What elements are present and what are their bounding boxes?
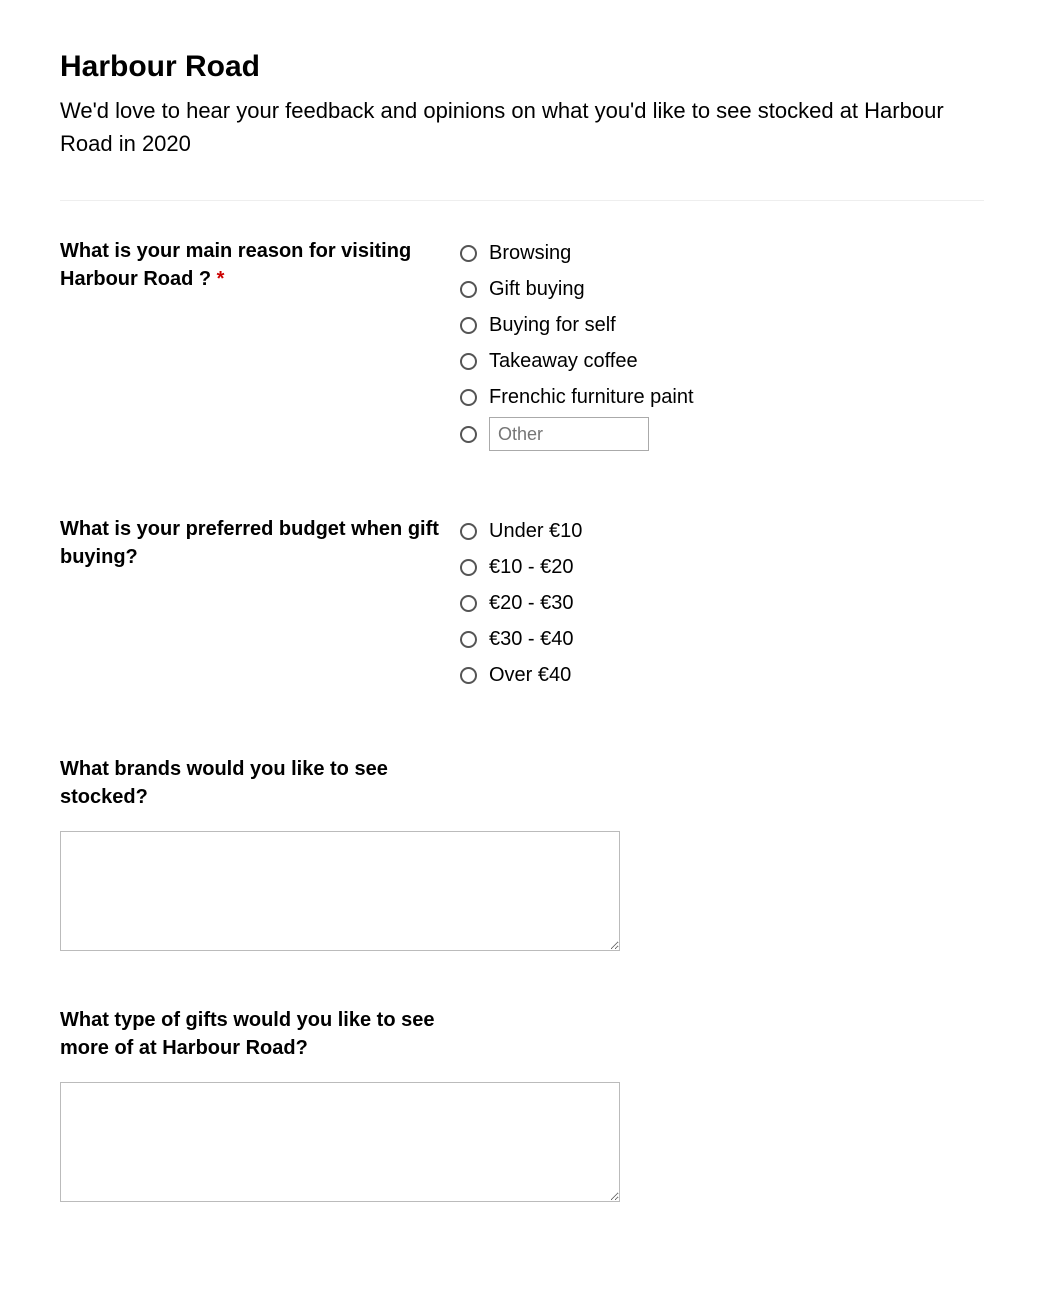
option-label: Over €40 [489,659,571,691]
question-label-text: What type of gifts would you like to see… [60,1009,434,1059]
option-row: €10 - €20 [460,551,582,583]
option-row: Frenchic furniture paint [460,381,694,413]
radio-icon[interactable] [460,389,477,406]
options-group: Under €10 €10 - €20 €20 - €30 €30 - €40 … [460,515,582,695]
option-row: Over €40 [460,659,582,691]
question-label: What type of gifts would you like to see… [60,1006,460,1062]
gift-types-textarea[interactable] [60,1082,620,1202]
option-label: €30 - €40 [489,623,574,655]
radio-icon[interactable] [460,426,477,443]
radio-icon[interactable] [460,595,477,612]
question-label: What brands would you like to see stocke… [60,755,460,811]
option-label: Under €10 [489,515,582,547]
radio-icon[interactable] [460,631,477,648]
option-row-other [460,417,694,451]
radio-icon[interactable] [460,353,477,370]
option-row: €30 - €40 [460,623,582,655]
question-label: What is your preferred budget when gift … [60,515,460,571]
radio-icon[interactable] [460,281,477,298]
option-label: Buying for self [489,309,616,341]
option-row: Buying for self [460,309,694,341]
option-label: Frenchic furniture paint [489,381,694,413]
options-group: Browsing Gift buying Buying for self Tak… [460,237,694,455]
brands-textarea[interactable] [60,831,620,951]
required-marker: * [217,268,225,290]
radio-icon[interactable] [460,245,477,262]
option-label: Browsing [489,237,571,269]
option-label: €20 - €30 [489,587,574,619]
section-divider [60,200,984,201]
question-brands: What brands would you like to see stocke… [60,755,984,956]
question-reason-visiting: What is your main reason for visiting Ha… [60,237,984,455]
option-row: Under €10 [460,515,582,547]
question-label-text: What is your preferred budget when gift … [60,518,439,568]
radio-icon[interactable] [460,317,477,334]
question-label-text: What is your main reason for visiting Ha… [60,240,411,290]
question-budget: What is your preferred budget when gift … [60,515,984,695]
question-label: What is your main reason for visiting Ha… [60,237,460,293]
radio-icon[interactable] [460,523,477,540]
option-row: Takeaway coffee [460,345,694,377]
question-gift-types: What type of gifts would you like to see… [60,1006,984,1207]
form-title: Harbour Road [60,50,984,84]
option-row: Browsing [460,237,694,269]
option-label: €10 - €20 [489,551,574,583]
option-row: €20 - €30 [460,587,582,619]
option-label: Takeaway coffee [489,345,638,377]
option-label: Gift buying [489,273,585,305]
other-input[interactable] [489,417,649,451]
question-label-text: What brands would you like to see stocke… [60,758,388,808]
option-row: Gift buying [460,273,694,305]
form-description: We'd love to hear your feedback and opin… [60,94,984,160]
radio-icon[interactable] [460,667,477,684]
radio-icon[interactable] [460,559,477,576]
